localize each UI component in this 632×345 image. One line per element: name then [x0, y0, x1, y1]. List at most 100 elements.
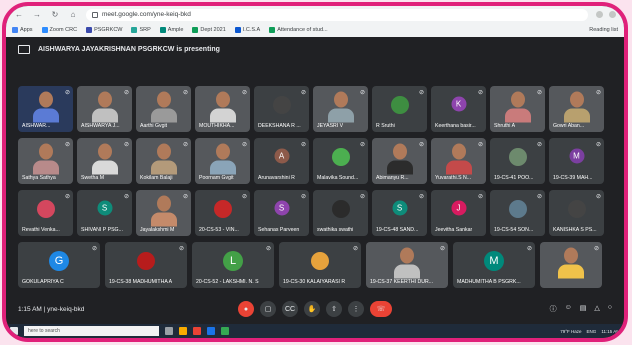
muted-mic-icon: ⊘ — [64, 90, 70, 96]
participant-tile[interactable]: ⊘ Aarthi Gvgit — [136, 86, 191, 132]
participant-name: MOUTHIKHA... — [199, 123, 235, 129]
lang-text[interactable]: ENG — [587, 329, 597, 334]
bookmark-apps[interactable]: Apps — [12, 27, 33, 33]
reading-list[interactable]: Reading list — [589, 27, 618, 33]
participant-tile[interactable]: M ⊘ MADHUMITHA B PSGRK... — [453, 242, 535, 288]
participant-tile[interactable]: ⊘ Yuvarathi.S N... — [431, 138, 486, 184]
people-icon[interactable]: ☺ — [565, 304, 572, 314]
participant-tile[interactable]: M ⊘ 19-CS-39 MAH... — [549, 138, 604, 184]
participant-tile[interactable]: ⊘ 19-CS-38 MADHUMITHA A — [105, 242, 187, 288]
muted-mic-icon: ⊘ — [123, 142, 129, 148]
participant-tile[interactable]: ⊘ DEEKSHANA R ... — [254, 86, 309, 132]
participant-tile[interactable]: ⊘ 19-CS-41 POO... — [490, 138, 545, 184]
participant-tile[interactable]: ⊘ Abimanyu R... — [372, 138, 427, 184]
address-bar[interactable]: meet.google.com/yne-keiq-bkd — [86, 8, 588, 21]
profile-avatar[interactable] — [609, 11, 616, 18]
participant-tile[interactable]: ⊘ Kokilam Balaji — [136, 138, 191, 184]
bookmark-ample[interactable]: Ample — [159, 27, 183, 33]
extension-icon[interactable] — [596, 11, 603, 18]
participant-tile[interactable]: L ⊘ 20-CS-52 - LAKSHMI. N. S — [192, 242, 274, 288]
camera-off-icon[interactable]: ▢ — [260, 301, 276, 317]
hang-up-icon[interactable]: ☏ — [370, 301, 392, 317]
participant-name: Gowri Aban... — [553, 123, 585, 129]
participant-tile[interactable]: G ⊘ GOKULAPRIYA C — [18, 242, 100, 288]
participant-tile[interactable]: ⊘ 19-CS-30 KALAIYARASI R — [279, 242, 361, 288]
lock-icon — [92, 11, 98, 18]
participant-tile[interactable]: S ⊘ Sehanas Parveen — [254, 190, 309, 236]
participant-tile[interactable]: ⊘ 19-CS-37 KEERTHI DUR... — [366, 242, 448, 288]
participant-video — [445, 143, 472, 175]
back-arrow-icon[interactable]: ← — [14, 10, 24, 19]
participant-tile[interactable]: ⊘ Shruthi A — [490, 86, 545, 132]
participant-tile[interactable]: ⊘ Sathya Sathya — [18, 138, 73, 184]
muted-mic-icon: ⊘ — [182, 90, 188, 96]
home-icon[interactable]: ⌂ — [68, 10, 78, 19]
taskbar-search[interactable]: here to search — [24, 326, 159, 336]
participant-tile[interactable]: K ⊘ Keerthana basir... — [431, 86, 486, 132]
participant-tile[interactable]: ⊘ JEYASRI V — [313, 86, 368, 132]
present-icon[interactable]: ⇧ — [326, 301, 342, 317]
mic-off-icon[interactable]: ● — [238, 301, 254, 317]
raise-hand-icon[interactable]: ✋ — [304, 301, 320, 317]
participant-name: 19-CS-38 MADHUMITHA A — [109, 279, 173, 285]
profile-photo — [213, 200, 232, 219]
edge-icon[interactable] — [207, 327, 215, 335]
sheets-icon — [269, 27, 276, 33]
chat-icon[interactable]: ▤ — [580, 304, 587, 314]
participant-tile[interactable]: ⊘ MOUTHIKHA... — [195, 86, 250, 132]
participant-name: 19-CS-30 KALAIYARASI R — [283, 279, 346, 285]
participant-name: 19-CS-37 KEERTHI DUR... — [370, 279, 434, 285]
chrome-icon[interactable] — [193, 327, 201, 335]
more-icon[interactable]: ⋮ — [348, 301, 364, 317]
file-explorer-icon[interactable] — [179, 327, 187, 335]
participant-tile[interactable]: S ⊘ SHIVANI P PSG... — [77, 190, 132, 236]
task-view-icon[interactable] — [165, 327, 173, 335]
weather-text[interactable]: 79°F Haze — [560, 329, 581, 334]
windows-start-icon[interactable] — [10, 327, 18, 335]
participant-tile[interactable]: ⊘ Jayalakshmi M — [136, 190, 191, 236]
participant-tile[interactable]: J ⊘ Jeevitha Sankar — [431, 190, 486, 236]
profile-photo — [331, 200, 350, 219]
muted-mic-icon: ⊘ — [352, 246, 358, 252]
info-icon[interactable]: ⓘ — [550, 304, 557, 314]
bookmark-zoom[interactable]: Zoom CRC — [41, 27, 77, 33]
profile-photo — [137, 252, 155, 271]
bookmark-icsa[interactable]: I.C.S.A — [234, 27, 260, 33]
bookmark-srp[interactable]: SRP — [131, 27, 151, 33]
participant-tile[interactable]: ⊘ swathika swathi — [313, 190, 368, 236]
participant-name: Kokilam Balaji — [140, 175, 173, 181]
participant-tile[interactable]: ⊘ AISHWARYA J... — [77, 86, 132, 132]
forward-arrow-icon[interactable]: → — [32, 10, 42, 19]
participant-tile[interactable]: ⊘ AISHWAR... — [18, 86, 73, 132]
participant-tile[interactable]: ⊘ Revathi Venka... — [18, 190, 73, 236]
reload-icon[interactable]: ↻ — [50, 10, 60, 19]
participant-tile[interactable]: ⊘ Gowri Aban... — [549, 86, 604, 132]
participant-tile[interactable]: ⊘ 20-CS-53 - VIN... — [195, 190, 250, 236]
muted-mic-icon: ⊘ — [300, 90, 306, 96]
participant-tile[interactable]: ⊘ — [540, 242, 602, 288]
muted-mic-icon: ⊘ — [536, 194, 542, 200]
clock-text[interactable]: 11:15 AM — [601, 329, 620, 334]
participant-avatar: J — [451, 200, 466, 216]
participant-tile[interactable]: ⊘ KANISHKA S PS... — [549, 190, 604, 236]
participant-name: 19-CS-39 MAH... — [553, 175, 593, 181]
participant-tile[interactable]: A ⊘ Arunavarshini R — [254, 138, 309, 184]
participant-tile[interactable]: S ⊘ 19-CS-48 SAND... — [372, 190, 427, 236]
presenting-text: AISHWARYA JAYAKRISHNAN PSGRKCW is presen… — [38, 45, 220, 53]
participant-video — [563, 91, 590, 123]
activities-icon[interactable]: △ — [594, 304, 599, 314]
participant-tile[interactable]: ⊘ Swetha M — [77, 138, 132, 184]
participant-tile[interactable]: ⊘ R Sruthi — [372, 86, 427, 132]
participant-name: Keerthana basir... — [435, 123, 476, 129]
participant-tile[interactable]: ⊘ Poornam Gvgit — [195, 138, 250, 184]
bookmark-attendance[interactable]: Attendance of stud... — [269, 27, 328, 33]
participant-avatar: S — [97, 200, 112, 216]
host-controls-icon[interactable]: ○ — [608, 304, 612, 314]
captions-icon[interactable]: CC — [282, 301, 298, 317]
app-icon[interactable] — [221, 327, 229, 335]
bookmark-dept[interactable]: Dept 2021 — [192, 27, 226, 33]
icsa-icon — [234, 27, 241, 33]
participant-tile[interactable]: ⊘ 19-CS-54 SON... — [490, 190, 545, 236]
bookmark-psgrkcw[interactable]: PSGRKCW — [86, 27, 122, 33]
participant-tile[interactable]: ⊘ Malavika Sound... — [313, 138, 368, 184]
